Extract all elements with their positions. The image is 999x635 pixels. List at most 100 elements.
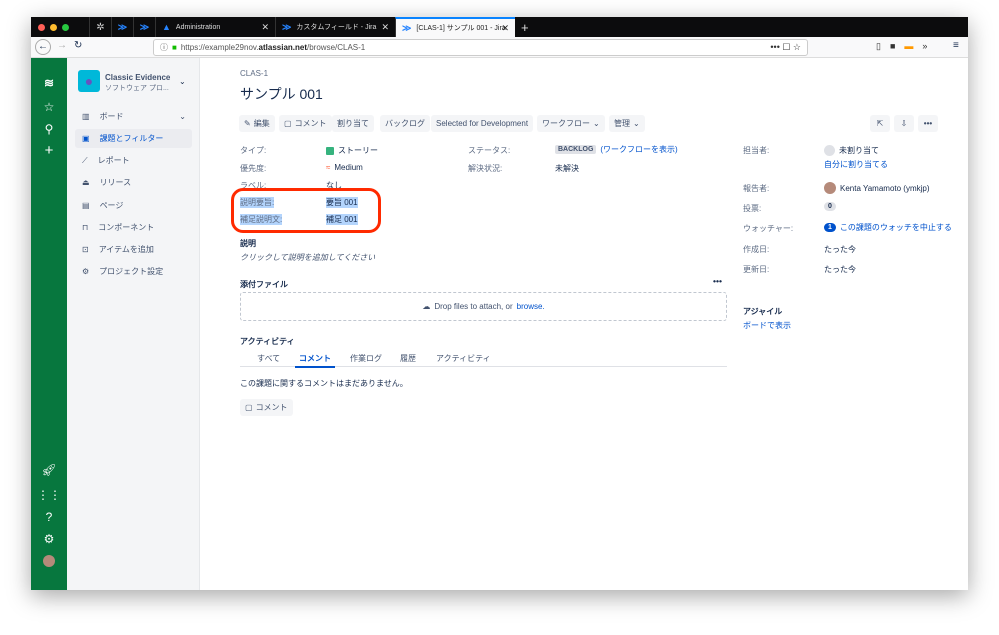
toolbar-extensions[interactable]: ▯■▬» — [876, 41, 936, 52]
minimize-window-button[interactable] — [50, 23, 57, 31]
zoom-window-button[interactable] — [62, 23, 69, 31]
sidebar-item-project-settings[interactable]: ⚙ プロジェクト設定 — [75, 262, 192, 281]
attachments-more-icon[interactable]: ••• — [713, 276, 722, 286]
window-controls — [31, 23, 89, 31]
close-tab-icon[interactable]: ✕ — [381, 22, 389, 33]
upload-cloud-icon: ☁ — [422, 302, 431, 311]
menu-icon[interactable]: ≡ — [953, 40, 959, 51]
export-button[interactable]: ⇩ — [894, 115, 914, 132]
stop-watching-link[interactable]: この課題のウォッチを中止する — [840, 222, 952, 233]
comment-icon: ▢ — [245, 403, 253, 412]
comment-button[interactable]: ▢ コメント — [279, 115, 332, 132]
pinned-tab-settings[interactable]: ✲ — [89, 17, 111, 37]
search-icon[interactable]: ⚲ — [31, 122, 67, 136]
assign-button[interactable]: 割り当て — [332, 115, 374, 132]
tab-custom-fields[interactable]: ≫ カスタムフィールド - Jira ✕ — [275, 17, 395, 37]
assignee-label: 担当者: — [743, 146, 770, 155]
tab-issue[interactable]: ≫ [CLAS-1] サンプル 001 - Jira ✕ — [395, 17, 515, 37]
sidebar-item-components[interactable]: ⊓ コンポーネント — [75, 218, 192, 237]
sidebar-item-board[interactable]: ▥ ボード ⌄ — [75, 107, 192, 126]
sidebar-item-label: ボード — [99, 112, 124, 121]
reload-button[interactable]: ↻ — [74, 40, 82, 51]
votes-label: 投票: — [743, 204, 762, 213]
workflow-button[interactable]: ワークフロー ⌄ — [537, 115, 605, 132]
apps-icon[interactable]: ⋮⋮ — [31, 488, 67, 502]
reporter-value[interactable]: Kenta Yamamoto (ymkjp) — [824, 182, 930, 194]
assignee-value[interactable]: 未割り当て — [824, 145, 879, 156]
help-icon[interactable]: ? — [31, 510, 67, 524]
url-bar[interactable]: ⓘ ■ https://example29nov.atlassian.net/b… — [153, 39, 808, 56]
settings-icon[interactable]: ⚙ — [31, 532, 67, 546]
add-item-icon: ⊡ — [82, 245, 89, 254]
more-icon: ••• — [923, 119, 933, 128]
forward-button[interactable]: → — [57, 40, 67, 51]
sidebar-item-issues[interactable]: ▣ 課題とフィルター — [75, 129, 192, 148]
view-workflow-link[interactable]: (ワークフローを表示) — [600, 144, 677, 155]
tab-label: [CLAS-1] サンプル 001 - Jira — [416, 25, 506, 32]
gear-icon: ⚙ — [82, 267, 90, 276]
more-button[interactable]: ••• — [918, 115, 938, 132]
reporter-label: 報告者: — [743, 184, 770, 193]
story-icon — [326, 146, 334, 155]
close-window-button[interactable] — [38, 23, 45, 31]
attachment-dropzone[interactable]: ☁ Drop files to attach, or browse. — [240, 292, 727, 321]
sidebar-item-reports[interactable]: ⟋ レポート — [75, 151, 192, 170]
backlog-button[interactable]: バックログ — [380, 115, 430, 132]
button-label: バックログ — [385, 119, 425, 128]
close-tab-icon[interactable]: ✕ — [261, 22, 269, 33]
share-button[interactable]: ⇱ — [870, 115, 890, 132]
status-label: ステータス: — [468, 146, 511, 155]
rocket-icon[interactable]: 🚀︎ — [31, 463, 67, 477]
sidebar-item-add-item[interactable]: ⊡ アイテムを追加 — [75, 240, 192, 259]
back-button[interactable]: ← — [35, 39, 51, 55]
tab-activity[interactable]: アクティビティ — [436, 353, 491, 364]
tab-all[interactable]: すべて — [257, 353, 280, 364]
unassigned-avatar-icon — [824, 145, 835, 156]
tab-administration[interactable]: ▲ Administration ✕ — [155, 17, 275, 37]
star-icon[interactable]: ☆ — [31, 100, 67, 114]
new-tab-button[interactable]: + — [515, 20, 529, 35]
sidebar-item-label: プロジェクト設定 — [99, 267, 164, 276]
add-comment-button[interactable]: ▢ コメント — [240, 399, 293, 416]
edit-button[interactable]: ✎ 編集 — [239, 115, 275, 132]
page-actions[interactable]: ••• ☐ ☆ — [770, 42, 801, 53]
watchers-count-badge[interactable]: 1 — [824, 223, 836, 232]
votes-badge[interactable]: 0 — [824, 202, 836, 211]
close-tab-icon[interactable]: ✕ — [501, 23, 509, 34]
tab-worklog[interactable]: 作業ログ — [350, 353, 382, 364]
issue-key-breadcrumb[interactable]: CLAS-1 — [240, 69, 268, 78]
project-name[interactable]: Classic Evidence — [105, 73, 170, 82]
type-label: タイプ: — [240, 146, 267, 155]
create-icon[interactable]: + — [31, 142, 67, 159]
avatar[interactable] — [31, 555, 67, 570]
pinned-tab-jira-2[interactable]: ≫ — [133, 17, 155, 37]
issues-icon: ▣ — [82, 134, 90, 143]
browse-link[interactable]: browse. — [517, 302, 545, 311]
tab-comments[interactable]: コメント — [295, 353, 335, 368]
selected-for-development-button[interactable]: Selected for Development — [431, 115, 534, 132]
info-icon[interactable]: ⓘ — [160, 42, 168, 53]
sidebar-item-label: コンポーネント — [98, 223, 155, 232]
updated-value: たった今 — [824, 265, 856, 274]
sidebar-item-label: アイテムを追加 — [98, 245, 154, 254]
assign-to-me-link[interactable]: 自分に割り当てる — [824, 159, 888, 170]
pinned-tab-jira[interactable]: ≫ — [111, 17, 133, 37]
project-type: ソフトウェア プロ... — [105, 85, 169, 92]
tab-bar: ✲ ≫ ≫ ▲ Administration ✕ ≫ カスタムフィールド - Jira… — [31, 17, 968, 37]
chevron-down-icon: ⌄ — [633, 119, 640, 128]
button-label: コメント — [255, 403, 288, 412]
sidebar-item-pages[interactable]: ▤ ページ — [75, 196, 192, 215]
browser-toolbar: ← → ↻ ⓘ ■ https://example29nov.atlassian… — [31, 37, 968, 58]
share-icon: ⇱ — [876, 119, 884, 128]
view-on-board-link[interactable]: ボードで表示 — [743, 320, 791, 331]
jira-logo-icon[interactable]: ≋ — [31, 76, 67, 90]
url-path: /browse/CLAS-1 — [307, 43, 366, 52]
button-label: 管理 — [614, 119, 630, 128]
admin-button[interactable]: 管理 ⌄ — [609, 115, 645, 132]
chevron-down-icon[interactable]: ⌄ — [179, 77, 186, 86]
tab-history[interactable]: 履歴 — [400, 353, 416, 364]
sidebar-item-releases[interactable]: ⏏ リリース — [75, 173, 192, 192]
sidebar-item-label: リリース — [99, 178, 132, 187]
issue-title[interactable]: サンプル 001 — [240, 84, 323, 104]
description-field[interactable]: クリックして説明を追加してください — [240, 252, 375, 263]
